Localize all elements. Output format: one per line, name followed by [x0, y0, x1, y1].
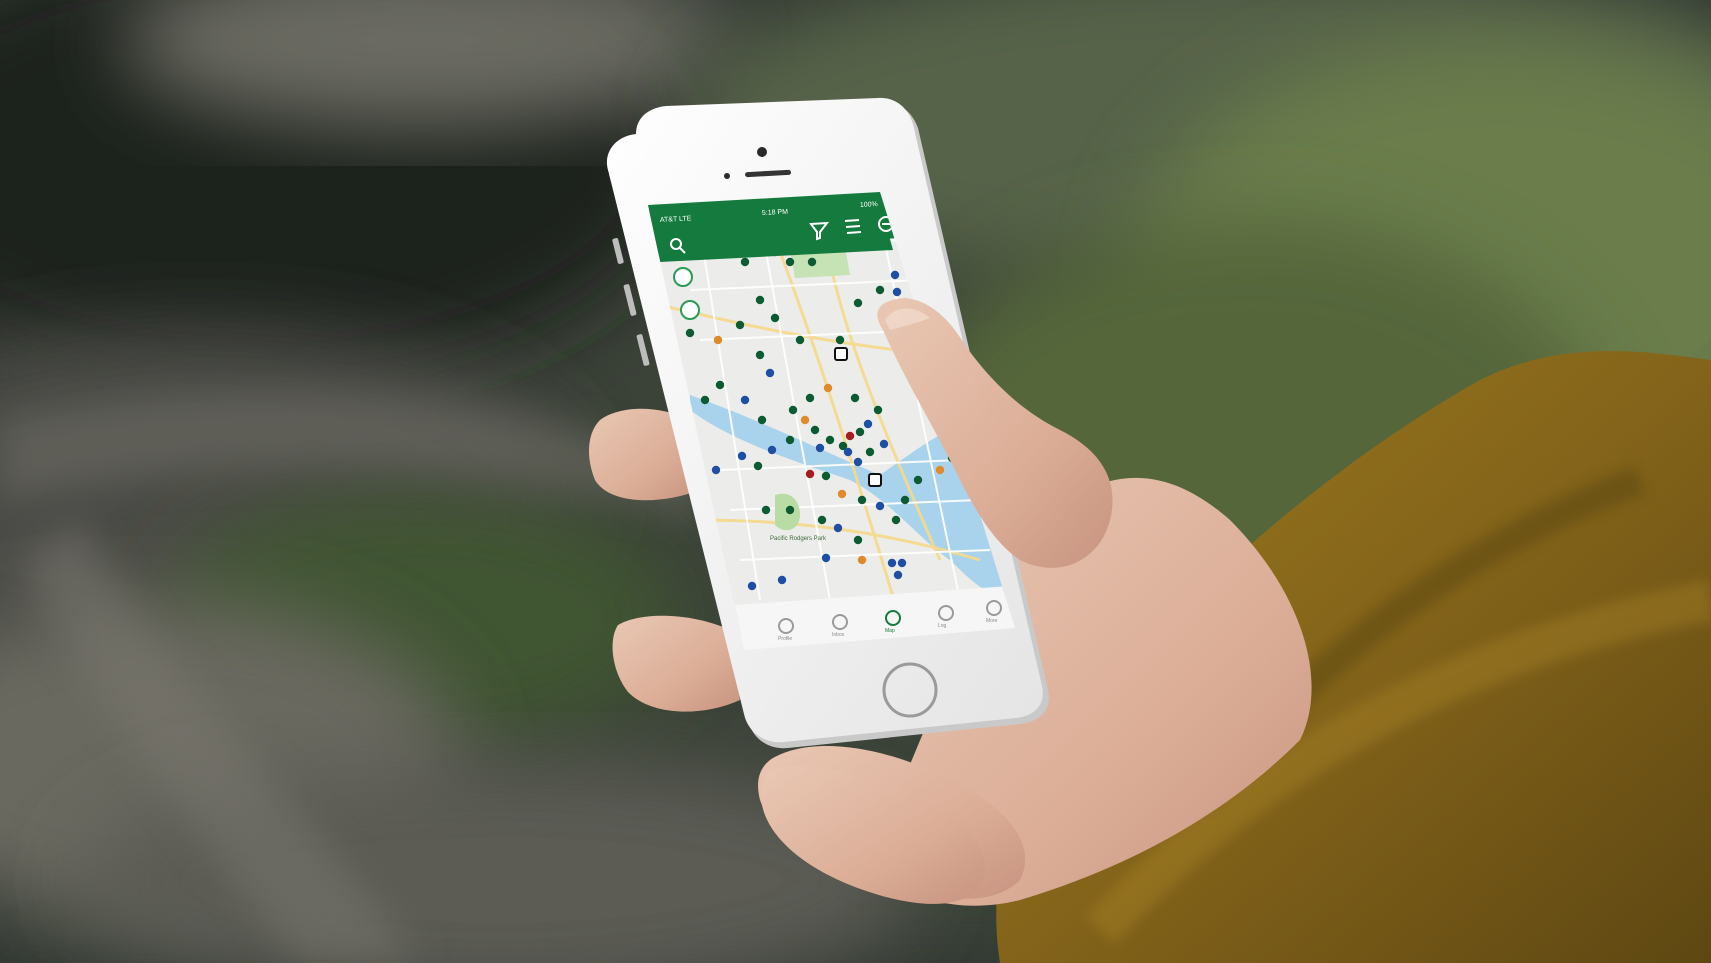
- map-marker-blue[interactable]: [897, 558, 907, 568]
- map-marker-green[interactable]: [735, 320, 745, 330]
- pin-icon: [868, 473, 882, 487]
- map-marker-red[interactable]: [845, 431, 855, 441]
- map-marker-orange[interactable]: [713, 335, 723, 345]
- map-marker-green[interactable]: [715, 380, 725, 390]
- map-marker-green[interactable]: [795, 335, 805, 345]
- map-marker-green[interactable]: [761, 505, 771, 515]
- map-marker-blue[interactable]: [740, 395, 750, 405]
- map-marker-green[interactable]: [891, 515, 901, 525]
- map-marker-orange[interactable]: [837, 489, 847, 499]
- map-marker-green[interactable]: [788, 405, 798, 415]
- map-marker-blue[interactable]: [765, 368, 775, 378]
- map-marker-green[interactable]: [913, 475, 923, 485]
- map-marker-blue[interactable]: [890, 270, 900, 280]
- map-marker-green[interactable]: [853, 298, 863, 308]
- map-marker-blue[interactable]: [892, 287, 902, 297]
- tab-label: More: [986, 618, 998, 624]
- map-marker-green[interactable]: [825, 435, 835, 445]
- map-marker-blue[interactable]: [879, 439, 889, 449]
- map-marker-blue[interactable]: [833, 523, 843, 533]
- map-marker-green[interactable]: [807, 257, 817, 267]
- tab-label: Map: [885, 628, 895, 634]
- map-marker-green[interactable]: [810, 425, 820, 435]
- map-marker-green[interactable]: [821, 471, 831, 481]
- map-marker-green[interactable]: [875, 285, 885, 295]
- map-marker-blue[interactable]: [893, 570, 903, 580]
- map-marker-green[interactable]: [850, 393, 860, 403]
- map-marker-green[interactable]: [873, 405, 883, 415]
- map-marker-orange[interactable]: [935, 465, 945, 475]
- map-marker-green[interactable]: [685, 328, 695, 338]
- map-marker-blue[interactable]: [875, 501, 885, 511]
- map-marker-green[interactable]: [857, 495, 867, 505]
- map-marker-green[interactable]: [770, 313, 780, 323]
- map-marker-green[interactable]: [785, 505, 795, 515]
- tab-label: Log: [938, 623, 947, 629]
- map-marker-green[interactable]: [753, 461, 763, 471]
- map-marker-green[interactable]: [757, 415, 767, 425]
- map-marker-green[interactable]: [755, 295, 765, 305]
- pin-icon: [834, 347, 848, 361]
- map-marker-green[interactable]: [835, 335, 845, 345]
- map-marker-blue[interactable]: [815, 443, 825, 453]
- map-marker-green[interactable]: [755, 350, 765, 360]
- map-marker-green[interactable]: [865, 447, 875, 457]
- tab-label: Profile: [778, 636, 792, 642]
- map-marker-orange[interactable]: [857, 555, 867, 565]
- map-marker-orange[interactable]: [823, 383, 833, 393]
- map-marker-blue[interactable]: [887, 558, 897, 568]
- map-marker-green[interactable]: [785, 435, 795, 445]
- map-marker-green[interactable]: [855, 427, 865, 437]
- map-marker-blue[interactable]: [777, 575, 787, 585]
- map-marker-green[interactable]: [785, 257, 795, 267]
- battery-label: 100%: [860, 201, 878, 209]
- map-marker-blue[interactable]: [737, 451, 747, 461]
- map-marker-orange[interactable]: [800, 415, 810, 425]
- map-marker-blue[interactable]: [747, 581, 757, 591]
- map-marker-green[interactable]: [805, 393, 815, 403]
- map-marker-blue[interactable]: [821, 553, 831, 563]
- map-marker-blue[interactable]: [767, 445, 777, 455]
- map-marker-blue[interactable]: [843, 447, 853, 457]
- map-marker-green[interactable]: [853, 535, 863, 545]
- clock-label: 5:18 PM: [762, 209, 789, 217]
- map-marker-red[interactable]: [805, 469, 815, 479]
- map-marker-green[interactable]: [900, 495, 910, 505]
- map-marker-green[interactable]: [700, 395, 710, 405]
- map-marker-blue[interactable]: [863, 419, 873, 429]
- tab-label: Inbox: [832, 632, 845, 638]
- map-marker-blue[interactable]: [853, 457, 863, 467]
- park-label: Pacific Rodgers Park: [770, 536, 827, 542]
- map-marker-green[interactable]: [740, 257, 750, 267]
- map-marker-blue[interactable]: [711, 465, 721, 475]
- locate-icon[interactable]: [673, 267, 693, 287]
- layers-icon[interactable]: [680, 300, 700, 320]
- photo-scene: Pacific Rodgers Park AT&T LTE 5:18 PM 10…: [0, 0, 1711, 963]
- map-marker-green[interactable]: [817, 515, 827, 525]
